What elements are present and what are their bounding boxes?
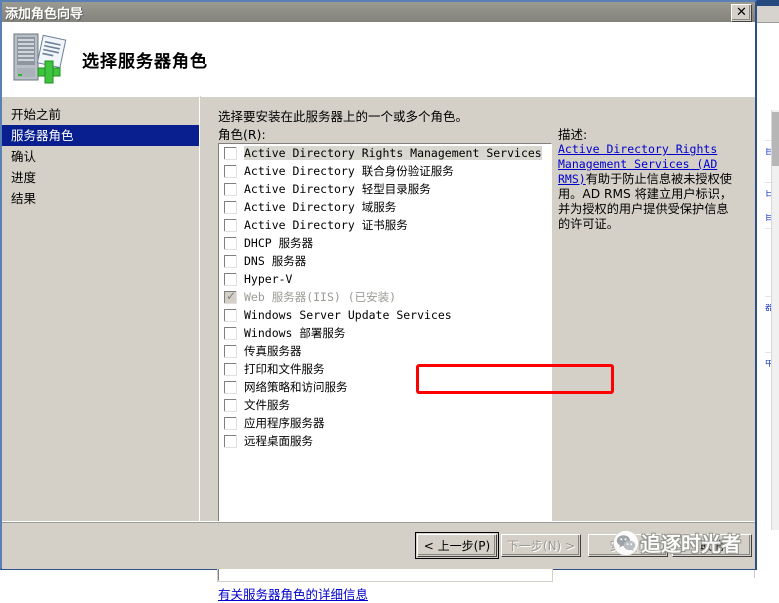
role-checkbox-fax-server[interactable] [224, 344, 237, 358]
description-text: Active Directory Rights Management Servi… [558, 142, 740, 232]
back-button[interactable]: < 上一步(P) [415, 532, 499, 559]
checkmark-icon: ✓ [226, 288, 237, 303]
role-row[interactable]: DNS 服务器 [219, 252, 551, 270]
background-scrollbar-track[interactable] [771, 110, 779, 530]
role-checkbox-ad-ds[interactable] [224, 200, 237, 214]
role-checkbox-file-services[interactable] [224, 398, 237, 412]
wizard-body: 开始之前 服务器角色 确认 进度 结果 选择要安装在此服务器上的一个或多个角色。… [2, 96, 755, 602]
role-label: Active Directory 证书服务 [244, 218, 408, 232]
role-label: Active Directory Rights Management Servi… [244, 146, 542, 160]
add-roles-wizard-dialog: 添加角色向导 ✕ 选择服务器角色 开始之前 服务器角色 确认 进度 结果 选择要… [0, 0, 757, 602]
role-label: Windows 部署服务 [244, 326, 346, 340]
install-button: 安装(I) [588, 534, 668, 557]
role-row[interactable]: 应用程序服务器 [219, 414, 551, 432]
roles-listbox[interactable]: Active Directory Rights Management Servi… [217, 142, 553, 582]
role-row[interactable]: Windows Server Update Services [219, 306, 551, 324]
role-checkbox-ad-fs[interactable] [224, 164, 237, 178]
role-row[interactable]: Hyper-V [219, 270, 551, 288]
role-label: 打印和文件服务 [244, 362, 325, 376]
window-title: 添加角色向导 [5, 6, 84, 22]
server-add-icon [8, 28, 70, 90]
role-checkbox-dns[interactable] [224, 254, 237, 268]
role-row[interactable]: Active Directory 证书服务 [219, 216, 551, 234]
footer-divider [2, 522, 755, 523]
role-label: 应用程序服务器 [244, 416, 325, 430]
role-row[interactable]: Windows 部署服务 [219, 324, 551, 342]
role-checkbox-print-and-document-services[interactable] [224, 362, 237, 376]
role-row[interactable]: Active Directory 域服务 [219, 198, 551, 216]
role-row[interactable]: Active Directory Rights Management Servi… [219, 144, 551, 162]
role-label: DHCP 服务器 [244, 236, 314, 250]
wizard-content: 选择要安装在此服务器上的一个或多个角色。 角色(R): Active Direc… [201, 96, 755, 602]
title-bar: 添加角色向导 ✕ [2, 2, 755, 22]
role-row-web-server-iis[interactable]: ✓ Web 服务器(IIS) (已安装) [219, 288, 551, 306]
role-checkbox-application-server[interactable] [224, 416, 237, 430]
role-label: 远程桌面服务 [244, 434, 313, 448]
wizard-footer: < 上一步(P) 下一步(N) > 安装(I) 取消 [2, 521, 755, 569]
role-row[interactable]: 文件服务 [219, 396, 551, 414]
sidebar-item-progress[interactable]: 进度 [2, 167, 199, 188]
role-checkbox-ad-cs[interactable] [224, 218, 237, 232]
close-button[interactable]: ✕ [731, 4, 752, 22]
description-label: 描述: [558, 127, 588, 142]
role-row[interactable]: DHCP 服务器 [219, 234, 551, 252]
role-row[interactable]: Active Directory 轻型目录服务 [219, 180, 551, 198]
wizard-header: 选择服务器角色 [2, 22, 755, 96]
background-page-strip: 自 日 目 器 中 [754, 0, 779, 578]
role-checkbox-ad-lds[interactable] [224, 182, 237, 196]
role-row[interactable]: 远程桌面服务 [219, 432, 551, 450]
wizard-step-nav: 开始之前 服务器角色 确认 进度 结果 [2, 96, 200, 521]
role-label: Hyper-V [244, 272, 293, 286]
role-checkbox-dhcp[interactable] [224, 236, 237, 250]
role-label: Windows Server Update Services [244, 308, 452, 322]
instruction-text: 选择要安装在此服务器上的一个或多个角色。 [218, 109, 469, 124]
more-about-server-roles-link[interactable]: 有关服务器角色的详细信息 [218, 584, 368, 603]
sidebar-item-results[interactable]: 结果 [2, 188, 199, 209]
page-title: 选择服务器角色 [82, 51, 208, 72]
role-row[interactable]: 网络策略和访问服务 [219, 378, 551, 396]
role-label: Web 服务器(IIS) (已安装) [244, 290, 397, 304]
role-checkbox-hyper-v[interactable] [224, 272, 237, 286]
role-checkbox-ad-rms[interactable] [224, 146, 237, 160]
role-label: 传真服务器 [244, 344, 302, 358]
role-label: Active Directory 轻型目录服务 [244, 182, 431, 196]
role-row[interactable]: Active Directory 联合身份验证服务 [219, 162, 551, 180]
role-checkbox-network-policy-and-access-services[interactable] [224, 380, 237, 394]
role-label: 文件服务 [244, 398, 290, 412]
roles-list-label: 角色(R): [218, 127, 266, 142]
role-row[interactable]: 传真服务器 [219, 342, 551, 360]
role-label: DNS 服务器 [244, 254, 307, 268]
role-checkbox-remote-desktop-services[interactable] [224, 434, 237, 448]
background-browser-tabs [755, 6, 779, 23]
role-label: Active Directory 联合身份验证服务 [244, 164, 454, 178]
role-checkbox-web-server-iis: ✓ [224, 288, 237, 304]
cancel-button[interactable]: 取消 [672, 534, 752, 557]
role-checkbox-wsus[interactable] [224, 308, 237, 322]
close-icon: ✕ [736, 4, 747, 20]
sidebar-item-server-roles[interactable]: 服务器角色 [2, 125, 199, 146]
next-button: 下一步(N) > [501, 534, 581, 557]
role-row[interactable]: 打印和文件服务 [219, 360, 551, 378]
sidebar-item-confirmation[interactable]: 确认 [2, 146, 199, 167]
background-scrollbar-thumb[interactable] [772, 112, 779, 166]
role-checkbox-wds[interactable] [224, 326, 237, 340]
role-label: 网络策略和访问服务 [244, 380, 348, 394]
sidebar-item-before-you-begin[interactable]: 开始之前 [2, 104, 199, 125]
role-label: Active Directory 域服务 [244, 200, 397, 214]
